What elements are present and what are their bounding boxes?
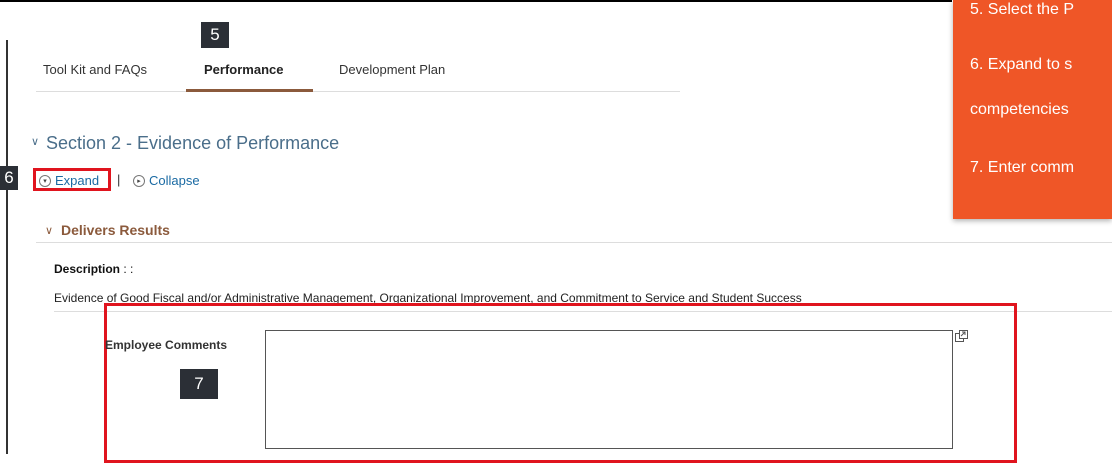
instruction-line-6: 6. Expand to s xyxy=(970,56,1073,73)
top-border-line xyxy=(0,0,952,2)
step-7-marker: Employee Comments7 xyxy=(180,369,218,399)
link-separator: | xyxy=(117,172,121,187)
collapse-label: Collapse xyxy=(149,173,200,188)
group-title: Delivers Results xyxy=(61,222,170,238)
expand-link[interactable]: ▾ Expand xyxy=(39,173,99,188)
step-7-number: 7 xyxy=(194,374,204,393)
description-label-row: Description : : xyxy=(54,262,133,276)
employee-comments-label: Employee Comments xyxy=(105,338,228,352)
tab-label: Tool Kit and FAQs xyxy=(43,62,148,77)
expand-circle-icon: ▾ xyxy=(39,174,51,187)
instruction-line-6-continued: competencies xyxy=(970,101,1069,118)
tab-label: Performance xyxy=(204,62,284,77)
tab-tool-kit-and-faqs[interactable]: Tool Kit and FAQs xyxy=(43,62,147,77)
step-6-number: 6 xyxy=(4,168,14,187)
expand-label: Expand xyxy=(55,173,100,188)
description-label: Description xyxy=(54,262,121,276)
step-6-marker: 6 xyxy=(0,166,18,190)
group-divider xyxy=(36,242,1112,243)
step-5-number: 5 xyxy=(210,25,220,44)
collapse-link[interactable]: ▸ Collapse xyxy=(133,173,200,188)
step-5-marker: 5 xyxy=(201,22,229,48)
instruction-line-5: 5. Select the P xyxy=(970,1,1075,18)
tab-label: Development Plan xyxy=(339,62,446,77)
instruction-panel: 5. Select the P 6. Expand to s competenc… xyxy=(953,0,1112,219)
section-title: Section 2 - Evidence of Performance xyxy=(46,133,340,153)
description-suffix: : : xyxy=(120,262,134,276)
chevron-down-icon[interactable]: ∨ xyxy=(31,135,39,148)
employee-comments-textarea[interactable] xyxy=(265,330,953,449)
instruction-line-7: 7. Enter comm xyxy=(970,159,1075,176)
tabs-divider xyxy=(36,91,680,92)
collapse-circle-icon: ▸ xyxy=(133,174,145,187)
active-tab-underline xyxy=(186,89,313,92)
group-chevron-down-icon[interactable]: ∨ xyxy=(45,224,53,237)
tab-performance[interactable]: Performance xyxy=(204,62,283,77)
left-border-line xyxy=(6,40,8,454)
expand-textarea-icon[interactable] xyxy=(955,330,968,343)
tab-development-plan[interactable]: Development Plan xyxy=(339,62,445,77)
